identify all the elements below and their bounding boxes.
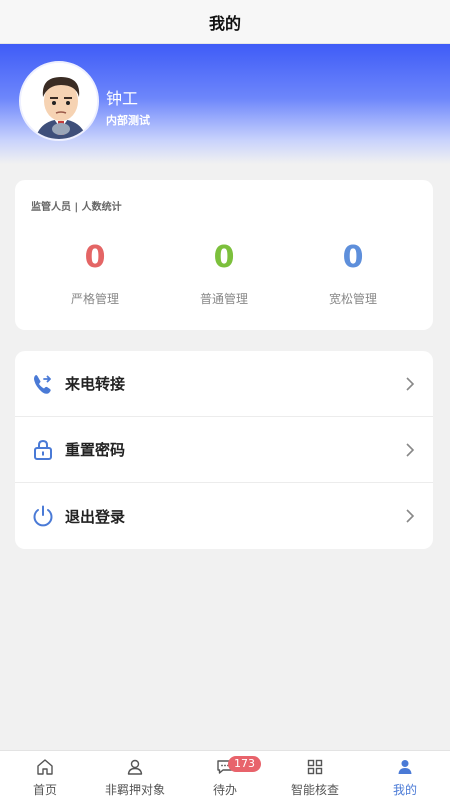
power-icon <box>33 505 53 527</box>
tab-label: 非羁押对象 <box>104 783 165 797</box>
stat-strict-label: 严格管理 <box>70 292 119 306</box>
nav-bar: 我的 <box>0 0 450 44</box>
menu-item-reset-password[interactable]: 重置密码 <box>15 417 433 483</box>
stat-normal[interactable]: 0 普通管理 <box>159 240 289 307</box>
tab-bar: 首页 非羁押对象 173 待办 智能核查 我的 <box>0 750 450 800</box>
tab-todo[interactable]: 173 待办 <box>180 751 270 800</box>
profile-header: 钟工 内部测试 <box>0 44 450 164</box>
menu-item-label: 退出登录 <box>65 507 126 526</box>
home-icon <box>37 759 53 775</box>
tab-home[interactable]: 首页 <box>0 751 90 800</box>
menu-item-logout[interactable]: 退出登录 <box>15 483 433 549</box>
tab-label: 我的 <box>392 783 417 797</box>
chevron-right-icon <box>406 509 415 523</box>
menu-item-label: 来电转接 <box>65 375 126 393</box>
menu-item-call-forward[interactable]: 来电转接 <box>15 351 433 417</box>
user-filled-icon <box>398 760 412 774</box>
avatar-image <box>21 63 97 139</box>
lock-icon <box>34 439 52 460</box>
chevron-right-icon <box>406 443 415 457</box>
stats-caption: 监管人员 | 人数统计 <box>31 202 122 213</box>
tab-label: 智能核查 <box>290 783 339 797</box>
settings-menu: 来电转接 重置密码 退出登录 <box>15 351 433 549</box>
phone-forward-icon <box>34 375 51 394</box>
user-outline-icon <box>127 759 143 775</box>
stat-normal-label: 普通管理 <box>199 292 248 306</box>
user-name: 钟工 <box>106 89 139 108</box>
tab-smart-check[interactable]: 智能核查 <box>270 751 360 800</box>
menu-item-label: 重置密码 <box>65 441 126 459</box>
stat-strict[interactable]: 0 严格管理 <box>30 240 160 307</box>
tab-label: 待办 <box>212 783 237 797</box>
stat-normal-value: 0 <box>213 240 235 275</box>
stat-loose-value: 0 <box>342 240 364 275</box>
stat-strict-value: 0 <box>84 240 106 275</box>
user-tag: 内部测试 <box>106 114 150 127</box>
avatar[interactable] <box>19 61 99 141</box>
page-title: 我的 <box>208 13 241 33</box>
stat-loose-label: 宽松管理 <box>328 292 377 306</box>
tab-non-custody[interactable]: 非羁押对象 <box>90 751 180 800</box>
chevron-right-icon <box>406 377 415 391</box>
stat-loose[interactable]: 0 宽松管理 <box>288 240 418 307</box>
stats-card: 监管人员 | 人数统计 0 严格管理 0 普通管理 0 宽松管理 <box>15 180 433 330</box>
tab-mine[interactable]: 我的 <box>360 751 450 800</box>
grid-icon <box>307 759 323 775</box>
tab-label: 首页 <box>32 783 57 797</box>
todo-count-badge: 173 <box>228 756 261 772</box>
